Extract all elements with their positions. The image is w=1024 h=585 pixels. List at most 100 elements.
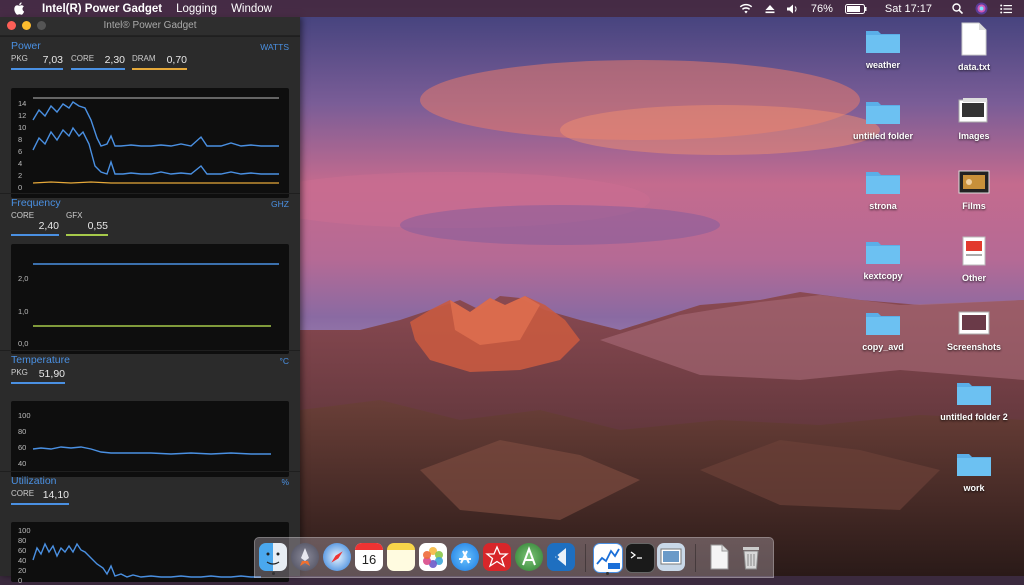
volume-icon[interactable] — [786, 4, 799, 14]
temperature-unit: °C — [279, 356, 289, 366]
desktop-icon-label: kextcopy — [863, 271, 903, 281]
dram-label: DRAM — [132, 54, 156, 63]
films-folder-icon — [934, 167, 1014, 197]
notes-icon[interactable] — [387, 543, 415, 571]
pkg-power-metric: PKG 7,03 — [11, 54, 63, 70]
desktop-icon-weather[interactable]: weather — [843, 26, 923, 70]
pkg-label: PKG — [11, 54, 28, 63]
frequency-title: Frequency — [11, 197, 61, 209]
desktop-icon-label: copy_avd — [862, 342, 904, 352]
android-studio-icon[interactable] — [515, 543, 543, 571]
folder-icon — [843, 308, 923, 338]
frequency-unit: GHZ — [271, 199, 289, 209]
gfx-frequency-metric: GFX 0,55 — [66, 211, 108, 236]
search-icon[interactable] — [952, 3, 963, 14]
apple-logo-icon[interactable] — [14, 2, 28, 15]
dock-separator — [695, 544, 696, 572]
desktop-icon-work[interactable]: work — [934, 449, 1014, 493]
minimize-button[interactable] — [22, 21, 31, 30]
core-utilization-metric: CORE 14,10 — [11, 489, 69, 505]
wolfram-icon[interactable] — [483, 543, 511, 571]
desktop-icon-untitled-folder-2[interactable]: untitled folder 2 — [934, 378, 1014, 422]
temperature-title: Temperature — [11, 354, 70, 366]
power-section: Power WATTS PKG 7,03 CORE 2,30 DRAM 0,70 14… — [0, 36, 300, 205]
zoom-button[interactable] — [37, 21, 46, 30]
desktop-icon-label: Films — [962, 201, 986, 211]
window-titlebar[interactable]: Intel® Power Gadget — [0, 17, 300, 36]
core-frequency-metric: CORE 2,40 — [11, 211, 59, 236]
desktop-icon-label: untitled folder 2 — [940, 412, 1008, 422]
clock[interactable]: Sat 17:17 — [885, 3, 932, 15]
menu-window[interactable]: Window — [231, 3, 272, 15]
temperature-chart-lines — [32, 446, 271, 455]
finder-icon[interactable] — [259, 543, 287, 571]
desktop-icon-untitled-folder[interactable]: untitled folder — [843, 97, 923, 141]
desktop-icon-label: weather — [865, 60, 900, 70]
menu-logging[interactable]: Logging — [176, 3, 217, 15]
calendar-icon[interactable]: 16 — [355, 543, 383, 571]
core-value: 2,30 — [104, 54, 125, 66]
desktop-icon-label: untitled folder — [853, 131, 913, 141]
other-folder-icon — [934, 235, 1014, 269]
desktop-icon-label: Images — [958, 131, 990, 141]
close-button[interactable] — [7, 21, 16, 30]
folder-icon — [843, 237, 923, 267]
safari-icon[interactable] — [323, 543, 351, 571]
gfx-value: 0,55 — [87, 220, 108, 232]
frequency-chart-lines — [33, 263, 279, 327]
launchpad-icon[interactable] — [291, 543, 319, 571]
pkg-value: 7,03 — [42, 54, 63, 66]
desktop-icon-strona[interactable]: strona — [843, 167, 923, 211]
desktop-icon-label: strona — [869, 201, 897, 211]
desktop-icon-label: Screenshots — [946, 342, 1002, 352]
core-legend-bar — [71, 68, 125, 70]
folder-icon — [934, 449, 1014, 479]
desktop-icon-other[interactable]: Other — [934, 235, 1014, 283]
pkg-temperature-metric: PKG 51,90 — [11, 368, 65, 384]
utilization-unit: % — [281, 477, 289, 487]
gfx-label: GFX — [66, 211, 83, 220]
dram-legend-bar — [132, 68, 187, 70]
frequency-section: Frequency GHZ CORE 2,40 GFX 0,55 2,0 1,0 0… — [0, 193, 300, 356]
terminal-icon[interactable] — [625, 543, 655, 573]
menu-bar: Intel(R) Power Gadget Logging Window 76%… — [0, 0, 1024, 17]
screenshots-folder-icon — [934, 308, 1014, 338]
dock: 16 — [254, 537, 774, 578]
siri-icon[interactable] — [975, 2, 988, 15]
notification-center-icon[interactable] — [1000, 4, 1012, 14]
desktop-icon-kextcopy[interactable]: kextcopy — [843, 237, 923, 281]
core-power-metric: CORE 2,30 — [71, 54, 125, 70]
eject-icon[interactable] — [765, 4, 775, 14]
pkg-temp-label: PKG — [11, 368, 28, 377]
desktop-icon-films[interactable]: Films — [934, 167, 1014, 211]
wifi-icon[interactable] — [739, 3, 753, 14]
core-util-legend-bar — [11, 503, 69, 505]
folder-icon — [843, 26, 923, 56]
calendar-day: 16 — [361, 552, 377, 567]
power-unit: WATTS — [260, 42, 289, 52]
core-freq-legend-bar — [11, 234, 59, 236]
battery-icon[interactable] — [844, 3, 867, 14]
power-gadget-icon[interactable] — [593, 543, 623, 573]
pkg-temp-legend-bar — [11, 382, 65, 384]
app-store-icon[interactable] — [451, 543, 479, 571]
core-util-label: CORE — [11, 489, 35, 498]
desktop-icon-data-txt[interactable]: data.txt — [934, 22, 1014, 72]
desktop-icon-images[interactable]: Images — [934, 97, 1014, 141]
dram-power-metric: DRAM 0,70 — [132, 54, 187, 70]
folder-icon — [843, 97, 923, 127]
utilization-plot: 100 80 60 40 20 0 — [11, 522, 289, 585]
utilization-title: Utilization — [11, 475, 57, 487]
core-util-value: 14,10 — [42, 489, 69, 501]
preview-icon[interactable] — [657, 543, 685, 571]
vscode-icon[interactable] — [547, 543, 575, 571]
desktop-icon-copy-avd[interactable]: copy_avd — [843, 308, 923, 352]
photos-icon[interactable] — [419, 543, 447, 571]
file-icon[interactable] — [705, 543, 733, 571]
frequency-plot: 2,0 1,0 0,0 — [11, 244, 289, 354]
desktop-icon-screenshots[interactable]: Screenshots — [934, 308, 1014, 352]
folder-icon — [934, 378, 1014, 408]
text-file-icon — [934, 22, 1014, 58]
menu-app-name[interactable]: Intel(R) Power Gadget — [42, 3, 162, 15]
trash-icon[interactable] — [737, 543, 765, 571]
